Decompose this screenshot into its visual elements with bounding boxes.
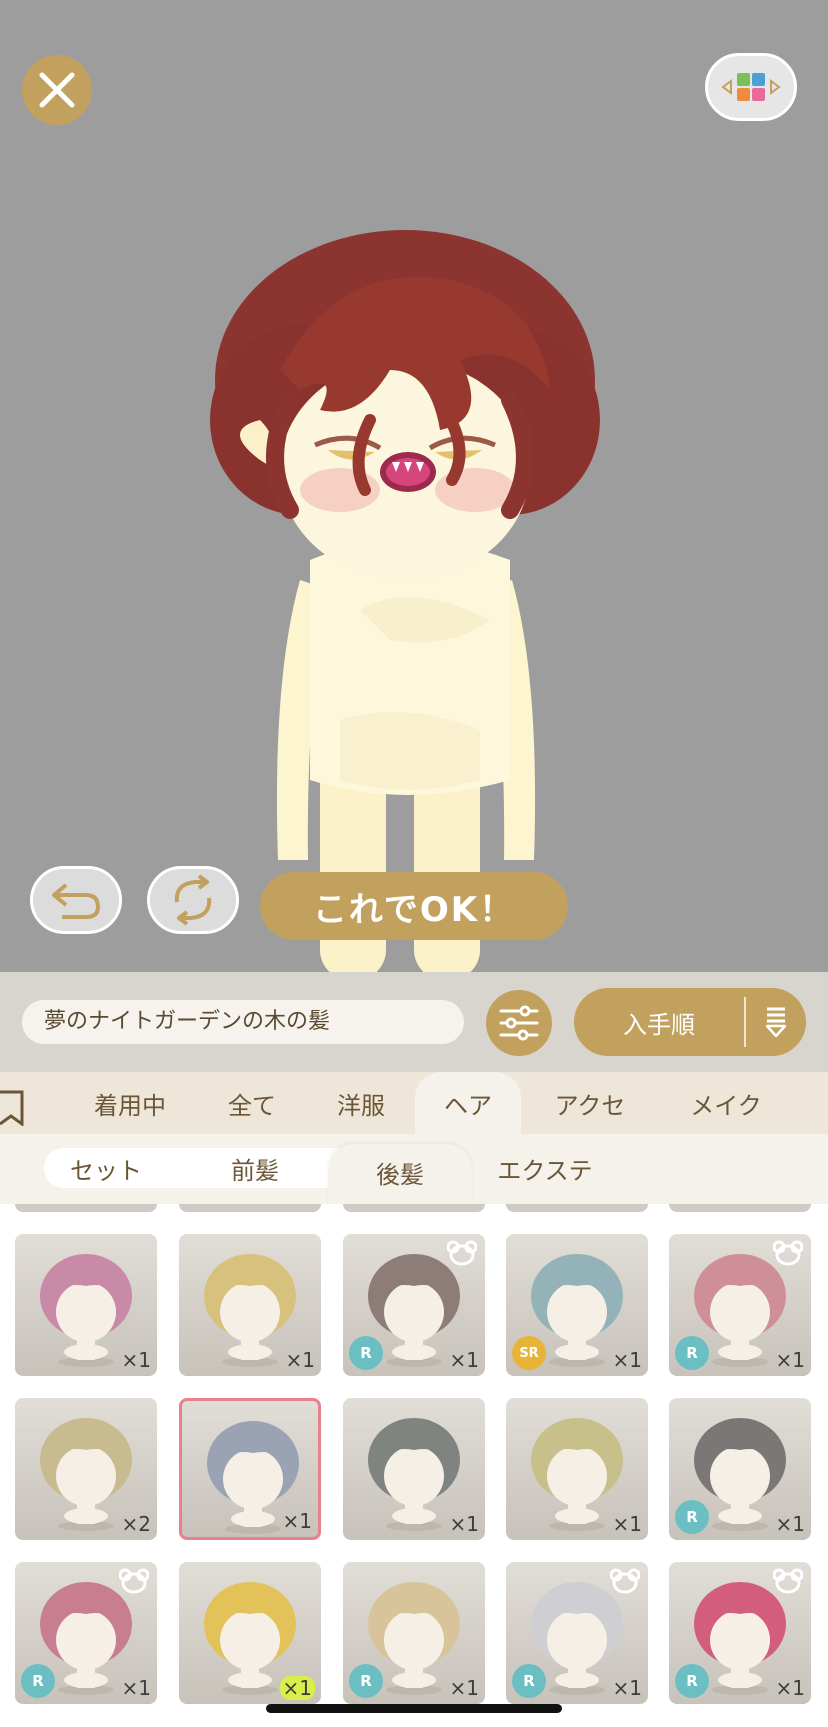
sort-label: 入手順 — [623, 1010, 695, 1039]
bear-icon — [447, 1240, 477, 1266]
item-count: ×1 — [279, 1676, 315, 1700]
undo-button[interactable] — [30, 866, 122, 934]
tile-peek — [506, 1204, 648, 1212]
hair-item-tile[interactable]: SR ×1 — [506, 1234, 648, 1376]
avatar-stage: これでOK！ — [0, 0, 828, 972]
bear-icon — [773, 1568, 803, 1594]
hair-subtabs: セット 前髪 後髪 エクステ — [0, 1134, 828, 1204]
item-count: ×1 — [612, 1676, 642, 1700]
tab-hair[interactable]: ヘア — [415, 1072, 521, 1134]
hair-item-tile[interactable]: R ×1 — [15, 1562, 157, 1704]
item-count: ×1 — [775, 1676, 805, 1700]
color-palette-button[interactable] — [705, 53, 797, 121]
bear-icon — [119, 1568, 149, 1594]
rarity-badge: R — [21, 1664, 55, 1698]
item-grid: ×1 ×1 R ×1 SR ×1 R ×1 ×2 ×1 ×1 ×1 R ×1 R ×1 ×1 R ×1 R ×1 R ×1 — [0, 1204, 828, 1727]
rarity-badge: R — [675, 1664, 709, 1698]
item-count: ×1 — [449, 1512, 479, 1536]
avatar-character — [210, 230, 600, 972]
tab-all[interactable]: 全て — [200, 1072, 304, 1134]
filter-button[interactable] — [486, 990, 552, 1056]
hair-item-tile[interactable]: ×1 — [506, 1398, 648, 1540]
rarity-badge: R — [675, 1336, 709, 1370]
subtab-set[interactable]: セット — [56, 1134, 156, 1204]
item-count: ×1 — [121, 1676, 151, 1700]
item-count: ×1 — [449, 1348, 479, 1372]
hair-item-tile[interactable]: ×1 — [179, 1562, 321, 1704]
subtab-back-hair[interactable]: 後髪 — [328, 1144, 472, 1204]
item-count: ×1 — [449, 1676, 479, 1700]
item-name-display: 夢のナイトガーデンの木の髪 — [22, 1000, 464, 1044]
tab-accessories[interactable]: アクセ — [530, 1072, 650, 1134]
item-count: ×1 — [612, 1348, 642, 1372]
rarity-badge: R — [349, 1664, 383, 1698]
bookmark-icon[interactable] — [0, 1090, 26, 1126]
bear-icon — [610, 1568, 640, 1594]
item-count: ×1 — [775, 1512, 805, 1536]
home-indicator — [266, 1704, 562, 1713]
hair-item-tile[interactable]: ×1 — [343, 1398, 485, 1540]
tab-clothes[interactable]: 洋服 — [310, 1072, 412, 1134]
hair-item-tile[interactable]: ×1 — [15, 1234, 157, 1376]
rarity-badge: SR — [512, 1336, 546, 1370]
item-count: ×1 — [612, 1512, 642, 1536]
sliders-icon — [499, 1005, 539, 1041]
hair-item-tile[interactable]: ×1 — [179, 1398, 321, 1540]
item-toolbar: 夢のナイトガーデンの木の髪 入手順 — [0, 972, 828, 1072]
hair-item-tile[interactable]: R ×1 — [343, 1562, 485, 1704]
undo-icon — [52, 883, 101, 919]
close-icon — [39, 72, 75, 108]
tile-peek — [669, 1204, 811, 1212]
rarity-badge: R — [512, 1664, 546, 1698]
bear-icon — [773, 1240, 803, 1266]
item-count: ×1 — [775, 1348, 805, 1372]
subtab-front-hair[interactable]: 前髪 — [205, 1134, 305, 1204]
item-count: ×1 — [285, 1348, 315, 1372]
tile-peek — [343, 1204, 485, 1212]
rotate-icon — [174, 874, 212, 926]
tab-wearing[interactable]: 着用中 — [80, 1072, 180, 1134]
rarity-badge: R — [349, 1336, 383, 1370]
hair-item-tile[interactable]: R ×1 — [669, 1234, 811, 1376]
rarity-badge: R — [675, 1500, 709, 1534]
category-tabs: 着用中 全て 洋服 ヘア アクセ メイク — [0, 1072, 828, 1134]
tile-peek — [15, 1204, 157, 1212]
hair-item-tile[interactable]: ×2 — [15, 1398, 157, 1540]
sort-button[interactable]: 入手順 — [574, 988, 806, 1056]
tab-makeup[interactable]: メイク — [668, 1072, 784, 1134]
sort-order-icon[interactable] — [746, 1005, 806, 1039]
item-count: ×2 — [121, 1512, 151, 1536]
rotate-button[interactable] — [147, 866, 239, 934]
item-count: ×1 — [121, 1348, 151, 1372]
tile-peek — [179, 1204, 321, 1212]
confirm-button[interactable]: これでOK！ — [260, 872, 568, 940]
hair-item-tile[interactable]: ×1 — [179, 1234, 321, 1376]
subtab-extensions[interactable]: エクステ — [480, 1134, 610, 1204]
hair-item-tile[interactable]: R ×1 — [669, 1398, 811, 1540]
close-button[interactable] — [22, 55, 92, 125]
hair-item-tile[interactable]: R ×1 — [506, 1562, 648, 1704]
hair-item-tile[interactable]: R ×1 — [669, 1562, 811, 1704]
item-count: ×1 — [282, 1509, 312, 1533]
color-palette-icon — [721, 73, 781, 101]
hair-item-tile[interactable]: R ×1 — [343, 1234, 485, 1376]
